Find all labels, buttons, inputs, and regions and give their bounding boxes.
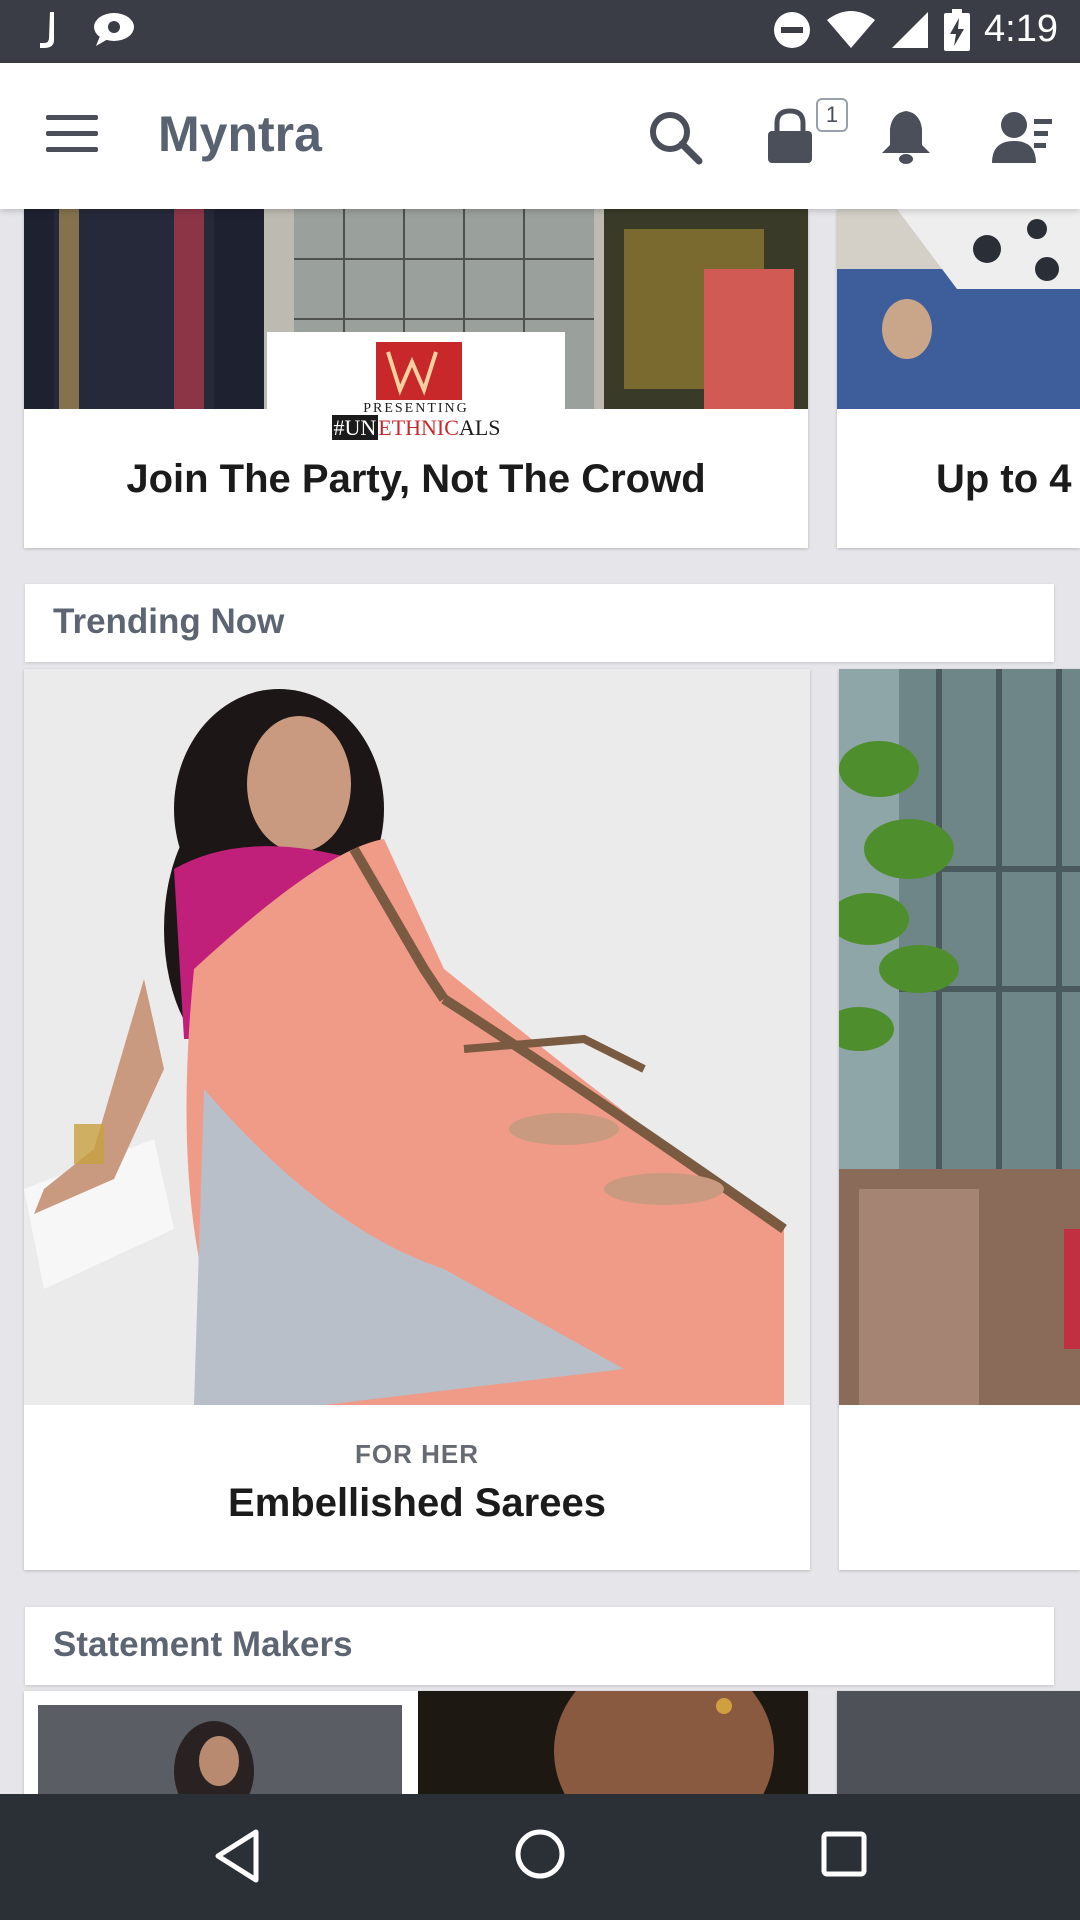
- collage-card[interactable]: [837, 1691, 1080, 1794]
- card-title: Embellished Sarees: [228, 1481, 606, 1525]
- collage-card[interactable]: [24, 1691, 808, 1794]
- banner-card[interactable]: PRESENTING #UNETHNICALS Join The Party, …: [24, 209, 808, 548]
- system-nav-bar: [0, 1794, 1080, 1920]
- card-subtitle: FOR HER: [355, 1439, 479, 1469]
- bell-icon[interactable]: [876, 107, 936, 167]
- wifi-icon: [827, 10, 876, 48]
- signal-icon: [892, 11, 929, 48]
- section-title: Statement Makers: [53, 1625, 353, 1664]
- product-card[interactable]: FOR HER Embellished Sarees: [24, 669, 810, 1570]
- product-image: [24, 669, 810, 1405]
- banner-image: [837, 209, 1080, 409]
- status-bar: 4:19: [0, 0, 1080, 63]
- product-image: [839, 669, 1080, 1405]
- collage-image: [837, 1691, 1080, 1794]
- section-title: Trending Now: [53, 602, 285, 641]
- app-bar: Myntra 1: [0, 63, 1080, 209]
- home-feed[interactable]: PRESENTING #UNETHNICALS Join The Party, …: [0, 209, 1080, 1794]
- dnd-icon: [774, 11, 811, 48]
- home-nav-icon[interactable]: [514, 1828, 566, 1880]
- menu-icon[interactable]: [46, 115, 98, 155]
- bag-icon[interactable]: [760, 107, 820, 167]
- j-app-icon: [40, 12, 54, 48]
- battery-charging-icon: [944, 8, 971, 51]
- product-card[interactable]: [839, 669, 1080, 1570]
- banner-title: Up to 4: [936, 457, 1072, 501]
- app-title: Myntra: [158, 106, 322, 162]
- banner-title: Join The Party, Not The Crowd: [126, 457, 706, 501]
- search-icon[interactable]: [645, 107, 705, 167]
- recents-nav-icon[interactable]: [820, 1830, 868, 1878]
- banner-hashtag: #UNETHNICALS: [331, 415, 501, 440]
- bag-count-badge: 1: [816, 98, 848, 132]
- clock: 4:19: [984, 8, 1058, 50]
- w-brand-logo: [376, 342, 462, 400]
- collage-image: [24, 1691, 808, 1794]
- profile-icon[interactable]: [990, 107, 1054, 167]
- chat-icon: [94, 13, 134, 46]
- back-nav-icon[interactable]: [212, 1828, 262, 1884]
- section-header-statement: Statement Makers: [25, 1607, 1054, 1685]
- banner-card[interactable]: Up to 4: [837, 209, 1080, 548]
- section-header-trending: Trending Now: [25, 584, 1054, 662]
